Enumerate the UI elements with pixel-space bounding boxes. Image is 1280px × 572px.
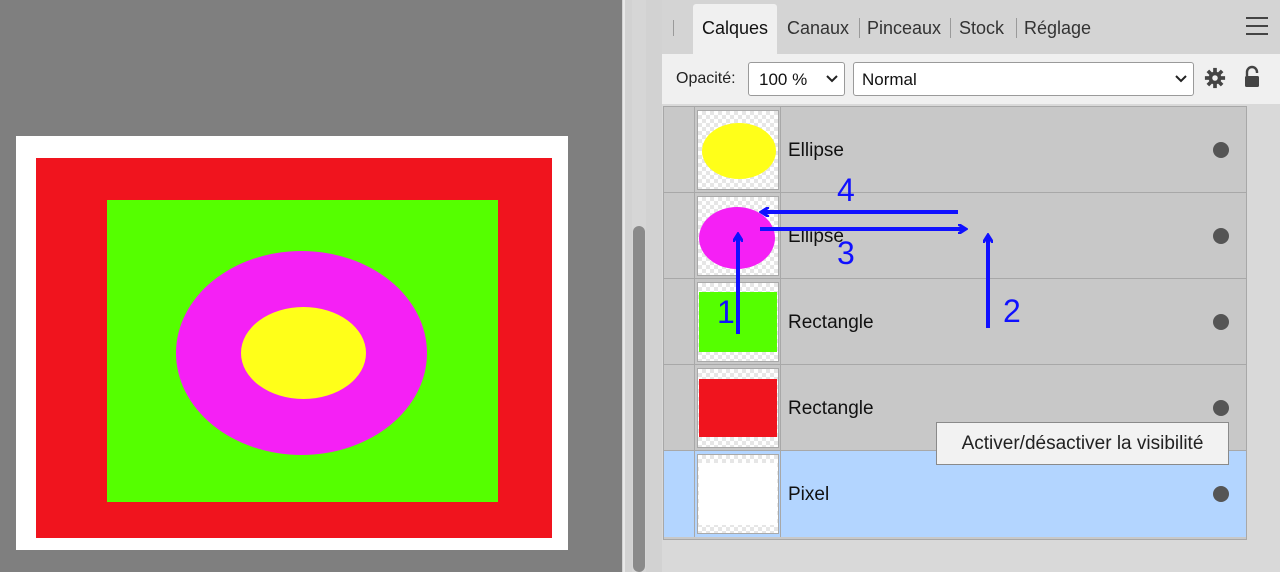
layer-name: Rectangle (788, 398, 874, 419)
thumbnail-separator (780, 193, 781, 279)
thumbnail-separator (780, 451, 781, 537)
panel-grip[interactable] (673, 20, 674, 36)
chevron-down-icon (826, 75, 838, 83)
layer-name: Rectangle (788, 312, 874, 333)
thumbnail-separator (780, 365, 781, 451)
annotation-label-2: 2 (1003, 293, 1021, 329)
row-gutter (694, 365, 695, 451)
tab-canaux[interactable]: Canaux (787, 4, 849, 54)
tab-separator (859, 18, 860, 38)
lock-icon[interactable] (1243, 65, 1261, 89)
opacity-dropdown[interactable]: 100 % (748, 62, 845, 96)
tab-pinceaux[interactable]: Pinceaux (867, 4, 941, 54)
red-rectangle-thumbnail (699, 379, 777, 437)
layer-thumbnail (697, 368, 779, 448)
row-gutter (694, 193, 695, 279)
layer-options-bar: Opacité: 100 % Normal (662, 54, 1280, 104)
splitter-line (623, 0, 625, 572)
visibility-toggle[interactable] (1213, 400, 1229, 416)
magenta-ellipse-thumbnail (699, 207, 775, 269)
visibility-tooltip: Activer/désactiver la visibilité (936, 422, 1229, 465)
document-canvas[interactable] (0, 0, 622, 572)
layers-panel: Calques Canaux Pinceaux Stock Réglage Op… (662, 0, 1280, 572)
thumbnail-separator (780, 107, 781, 193)
layer-name: Ellipse (788, 226, 844, 247)
tab-separator (1016, 18, 1017, 38)
hamburger-icon[interactable] (1246, 17, 1268, 35)
row-gutter (694, 451, 695, 537)
row-gutter (694, 279, 695, 365)
annotation-label-4: 4 (837, 172, 855, 208)
opacity-label: Opacité: (676, 70, 736, 87)
blend-mode-dropdown[interactable]: Normal (853, 62, 1194, 96)
tab-calques[interactable]: Calques (693, 4, 778, 54)
layer-thumbnail (697, 196, 779, 276)
scrollbar-thumb[interactable] (633, 226, 645, 572)
tab-reglage[interactable]: Réglage (1024, 4, 1091, 54)
layer-name: Pixel (788, 484, 830, 505)
yellow-ellipse-thumbnail (702, 123, 776, 179)
chevron-down-icon (1175, 75, 1187, 83)
annotation-label-3: 3 (837, 235, 855, 271)
green-rectangle-thumbnail (699, 292, 777, 352)
blend-mode-value: Normal (862, 70, 917, 89)
layer-row-rectangle-green[interactable]: Rectangle (664, 279, 1246, 365)
visibility-toggle[interactable] (1213, 142, 1229, 158)
opacity-value: 100 % (759, 70, 808, 89)
thumbnail-separator (780, 279, 781, 365)
tab-stock[interactable]: Stock (959, 4, 1004, 54)
layer-thumbnail (697, 454, 779, 534)
visibility-toggle[interactable] (1213, 314, 1229, 330)
yellow-ellipse-shape[interactable] (241, 307, 366, 399)
visibility-toggle[interactable] (1213, 486, 1229, 502)
row-gutter (694, 107, 695, 193)
layers-list: Ellipse Ellipse Rectangle Rectangle Pixe… (663, 106, 1247, 540)
layer-name: Ellipse (788, 140, 844, 161)
annotation-label-1: 1 (717, 294, 735, 330)
white-pixel-thumbnail (699, 463, 777, 525)
gear-icon[interactable] (1204, 67, 1226, 89)
tab-separator (950, 18, 951, 38)
layer-row-ellipse-magenta[interactable]: Ellipse (664, 193, 1246, 279)
visibility-toggle[interactable] (1213, 228, 1229, 244)
layer-row-ellipse-yellow[interactable]: Ellipse (664, 107, 1246, 193)
panel-tab-bar: Calques Canaux Pinceaux Stock Réglage (662, 0, 1280, 54)
layer-thumbnail (697, 282, 779, 362)
layer-thumbnail (697, 110, 779, 190)
